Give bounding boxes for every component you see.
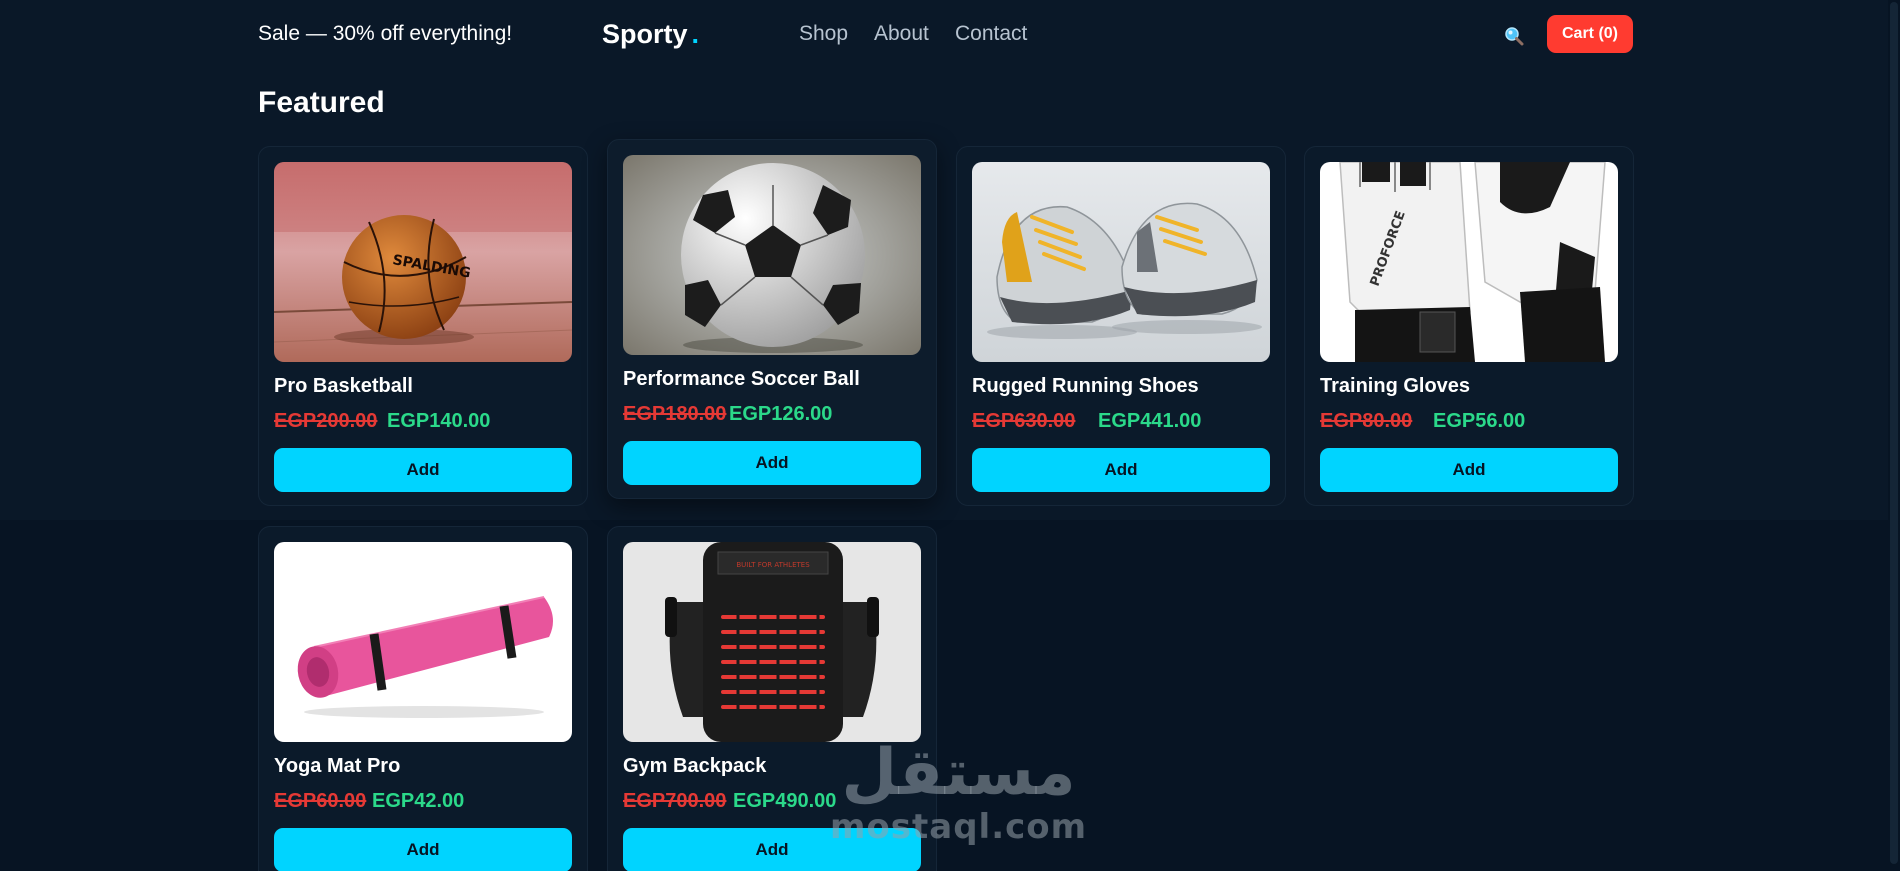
product-name: Gym Backpack [623,755,767,777]
product-name: Yoga Mat Pro [274,755,401,777]
product-image-gym-backpack[interactable]: BUILT FOR ATHLETES [623,542,921,742]
product-name: Pro Basketball [274,375,413,397]
product-new-price: EGP42.00 [372,790,465,812]
nav-contact-link[interactable]: Contact [955,22,1027,46]
product-card: SPALDING Pro Basketball EGP200.00 EGP140… [258,146,588,506]
sale-banner-text: Sale — 30% off everything! [258,22,513,45]
product-image-yoga-mat[interactable] [274,542,572,742]
product-new-price: EGP441.00 [1098,410,1202,432]
product-new-price: EGP126.00 [729,403,833,425]
logo-dot: . [691,19,700,49]
logo-text: Sporty [602,19,688,49]
site-logo[interactable]: Sporty. [602,19,699,50]
product-old-price: EGP180.00 [623,403,727,425]
product-old-price: EGP80.00 [1320,410,1413,432]
product-card: PROFORCE Training Gloves EGP80.00 EGP56.… [1304,146,1634,506]
product-new-price: EGP140.00 [387,410,491,432]
product-image-running-shoes[interactable] [972,162,1270,362]
add-to-cart-button[interactable]: Add [274,448,572,492]
search-icon[interactable] [1504,26,1524,46]
add-to-cart-button[interactable]: Add [623,441,921,485]
nav-about-link[interactable]: About [874,22,929,46]
product-card: BUILT FOR ATHLETES Gym Backpack EGP700.0… [607,526,937,871]
add-to-cart-button[interactable]: Add [972,448,1270,492]
product-card: Rugged Running Shoes EGP630.00 EGP441.00… [956,146,1286,506]
site-header: Sale — 30% off everything! Sporty. Shop … [0,0,1888,68]
product-old-price: EGP200.00 [274,410,378,432]
product-name: Training Gloves [1320,375,1471,397]
product-card: Yoga Mat Pro EGP60.00 EGP42.00 Add [258,526,588,871]
nav-shop-link[interactable]: Shop [799,22,848,46]
product-new-price: EGP490.00 [733,790,837,812]
add-to-cart-button[interactable]: Add [623,828,921,871]
product-old-price: EGP700.00 [623,790,727,812]
scrollbar-track[interactable] [1888,0,1900,871]
product-name: Rugged Running Shoes [972,375,1199,397]
product-image-basketball[interactable]: SPALDING [274,162,572,362]
section-title: Featured [258,86,385,119]
add-to-cart-button[interactable]: Add [1320,448,1618,492]
product-old-price: EGP60.00 [274,790,367,812]
product-new-price: EGP56.00 [1433,410,1526,432]
add-to-cart-button[interactable]: Add [274,828,572,871]
scrollbar-thumb[interactable] [1890,2,1898,864]
cart-button[interactable]: Cart (0) [1547,15,1633,53]
product-image-training-gloves[interactable]: PROFORCE [1320,162,1618,362]
product-name: Performance Soccer Ball [623,368,860,390]
product-old-price: EGP630.00 [972,410,1076,432]
svg-text:BUILT FOR ATHLETES: BUILT FOR ATHLETES [736,561,810,569]
product-card: Performance Soccer Ball EGP180.00 EGP126… [607,139,937,499]
product-image-soccer-ball[interactable] [623,155,921,355]
